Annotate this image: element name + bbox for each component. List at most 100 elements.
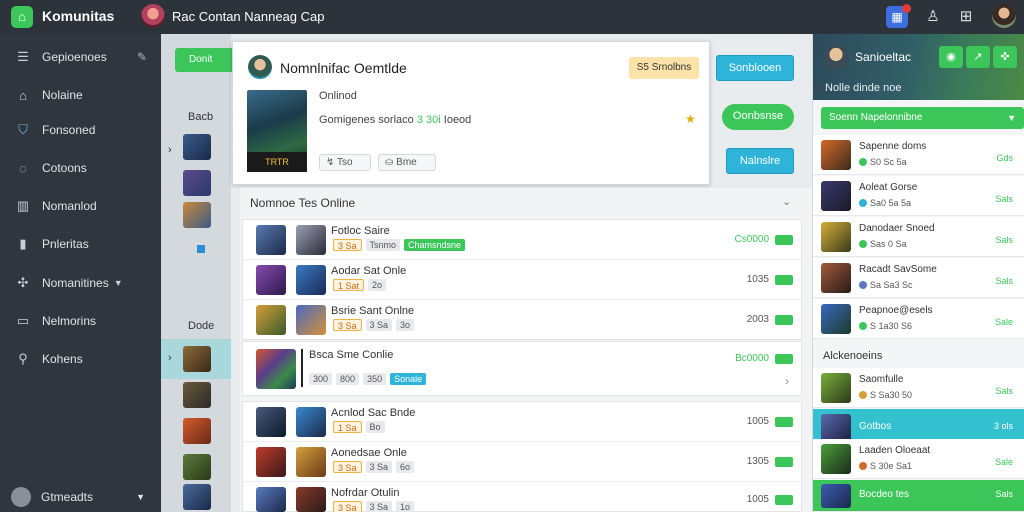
- sidebar-item-kohens[interactable]: ⚲ Kohens: [0, 344, 161, 374]
- sidebar-item-label: Nomanlod: [42, 199, 97, 213]
- thumbnail[interactable]: [183, 134, 211, 160]
- list-item-highlighted[interactable]: Bocdeo tes Sals: [813, 480, 1024, 512]
- item-artwork[interactable]: TRTR: [247, 90, 307, 172]
- sidebar-item-nelmorins[interactable]: ▭ Nelmorins: [0, 306, 161, 336]
- list-item[interactable]: Sapenne doms S0 Sc 5a Gds: [813, 135, 1024, 175]
- list-item-name: Peapnoe@esels: [859, 305, 933, 316]
- star-icon[interactable]: ★: [685, 112, 696, 126]
- join-button[interactable]: Oonbsnse: [722, 104, 794, 130]
- share-icon[interactable]: ✜: [993, 46, 1017, 68]
- brand-name[interactable]: Komunitas: [42, 8, 114, 24]
- user-icon[interactable]: ♙: [922, 6, 944, 28]
- notification-icon[interactable]: ▦: [886, 4, 911, 28]
- channel-avatar[interactable]: [141, 4, 165, 28]
- sidebar-item-nomanitines[interactable]: ✣ Nomanitines ▼: [0, 268, 161, 298]
- sidebar-item-nolaine[interactable]: ⌂ Nolaine: [0, 80, 161, 110]
- under-header: Bacb: [188, 111, 214, 123]
- sidebar-item-pnleritas[interactable]: ▮ Pnleritas: [0, 229, 161, 259]
- list-item-meta: S 30e Sa1: [859, 461, 912, 471]
- list-item-name: Nofrdar Otulin: [331, 487, 400, 499]
- sidebar-item-label: Pnleritas: [42, 237, 89, 251]
- thumbnail[interactable]: [183, 346, 211, 372]
- chevron-right-icon[interactable]: ›: [168, 352, 172, 364]
- brand-logo-icon[interactable]: ⌂: [11, 6, 33, 28]
- monitor-icon: ▭: [16, 313, 30, 328]
- location-icon: ⚲: [18, 351, 28, 366]
- chevron-right-icon[interactable]: ›: [168, 144, 172, 156]
- list-item-value: Sals: [995, 489, 1013, 499]
- building-icon: ▥: [16, 198, 30, 213]
- chevron-right-icon[interactable]: ›: [785, 374, 789, 388]
- thumbnail[interactable]: [183, 418, 211, 444]
- sidebar-item-label: Cotoons: [42, 161, 87, 175]
- list-item-value: Gds: [996, 153, 1013, 163]
- meta-text: Sa0 5a 5a: [870, 198, 912, 208]
- list-item-value: 1035: [746, 274, 769, 285]
- chevron-down-icon[interactable]: ▼: [136, 492, 145, 502]
- pin-icon[interactable]: ✎: [137, 50, 147, 64]
- section-title: Alckenoeins: [823, 350, 883, 362]
- artwork-label: TRTR: [247, 152, 307, 172]
- tag-group: 3 Sa 3 Sa 1o: [333, 501, 415, 512]
- status-pill: [775, 457, 793, 467]
- sidebar-item-label: Fonsoned: [42, 123, 96, 137]
- list-item[interactable]: Aoleat Gorse Sa0 5a 5a Sals: [813, 176, 1024, 216]
- add-icon[interactable]: ◉: [939, 46, 963, 68]
- dropdown-label: Soenn Napelonnibne: [829, 112, 923, 123]
- tag-chip[interactable]: ⛀ Bme: [378, 154, 436, 171]
- player-list: Fotloc Saire 3 Sa Tsnmo Chamsndsne Cs000…: [242, 219, 802, 340]
- thumbnail[interactable]: [183, 202, 211, 228]
- sidebar-item-fonsoned[interactable]: ⛉ Fonsoned: [0, 115, 161, 145]
- thumbnail[interactable]: [183, 382, 211, 408]
- grid-icon[interactable]: ⊞: [955, 6, 977, 28]
- list-item[interactable]: Nofrdar Otulin 3 Sa 3 Sa 1o 1005: [243, 482, 801, 512]
- list-item[interactable]: Peapnoe@esels S 1a30 S6 Sale: [813, 299, 1024, 339]
- thumbnail[interactable]: [183, 484, 211, 510]
- secondary-action-button[interactable]: Nalnslre: [726, 148, 794, 174]
- list-item[interactable]: Aonedsae Onle 3 Sa 3 Sa 6o 1305: [243, 442, 801, 482]
- thumbnail[interactable]: [183, 170, 211, 196]
- sidebar-item-cotoons[interactable]: ◌ Cotoons: [0, 153, 161, 183]
- list-item[interactable]: Bsrie Sant Onlne 3 Sa 3 Sa 3o 2003: [243, 300, 801, 340]
- chevron-down-icon[interactable]: ⌄: [782, 195, 791, 208]
- chevron-down-icon[interactable]: ▼: [114, 278, 123, 288]
- list-item[interactable]: Racadt SavSome Sa Sa3 Sc Sals: [813, 258, 1024, 298]
- primary-action-button[interactable]: Sonblooen: [716, 55, 794, 81]
- list-item-name: Gotbos: [859, 421, 892, 432]
- tag-chip[interactable]: ↯ Tso: [319, 154, 371, 171]
- list-item-meta: Sa0 5a 5a: [859, 198, 911, 208]
- tag: 3 Sa: [365, 461, 393, 473]
- main-panel: Nomnoe Tes Online ⌄ Fotloc Saire 3 Sa Ts…: [240, 188, 812, 512]
- featured-item[interactable]: Bsca Sme Conlie 300 800 350 Sonale Bc000…: [243, 342, 801, 396]
- tag: 3 Sa: [333, 239, 362, 251]
- list-item-value: Cs0000: [734, 234, 769, 245]
- list-item-value: 1005: [746, 494, 769, 505]
- list-item[interactable]: Laaden Oloeaat S 30e Sa1 Sale: [813, 439, 1024, 479]
- sidebar-item-gepioenoes[interactable]: ☰ Gepioenoes ✎: [0, 42, 161, 72]
- avatar[interactable]: [823, 44, 849, 70]
- tag: Bo: [365, 421, 385, 433]
- tag-label: Bme: [396, 157, 417, 168]
- avatar[interactable]: [248, 55, 272, 79]
- tag: 3 Sa: [333, 501, 362, 512]
- list-item[interactable]: Acnlod Sac Bnde 1 Sa Bo 1005: [243, 402, 801, 442]
- sidebar-item-label: Kohens: [42, 352, 83, 366]
- thumbnail: [821, 222, 851, 252]
- list-item[interactable]: Danodaer Snoed Sas 0 Sa Sals: [813, 217, 1024, 257]
- list-item-name: Aonedsae Onle: [331, 447, 407, 459]
- tag: 350: [363, 373, 387, 385]
- sidebar-item-nomanlod[interactable]: ▥ Nomanlod: [0, 191, 161, 221]
- list-item[interactable]: Saomfulle S Sa30 50 Sals: [813, 368, 1024, 408]
- thumbnail: [256, 265, 286, 295]
- list-item[interactable]: Fotloc Saire 3 Sa Tsnmo Chamsndsne Cs000…: [243, 220, 801, 260]
- link-icon[interactable]: ↗: [966, 46, 990, 68]
- under-add-button[interactable]: Donit: [175, 48, 235, 72]
- tag: 3 Sa: [333, 319, 362, 331]
- list-item[interactable]: Aodar Sat Onle 1 Sat 2o 1035: [243, 260, 801, 300]
- profile-avatar[interactable]: [992, 4, 1016, 28]
- thumbnail[interactable]: [183, 454, 211, 480]
- tag-group: 1 Sat 2o: [333, 279, 387, 291]
- filter-dropdown[interactable]: Soenn Napelonnibne ▼: [821, 107, 1024, 129]
- desc-highlight: 3 30i: [416, 114, 441, 126]
- sidebar-footer-account[interactable]: Gtmeadts ▼: [0, 482, 161, 512]
